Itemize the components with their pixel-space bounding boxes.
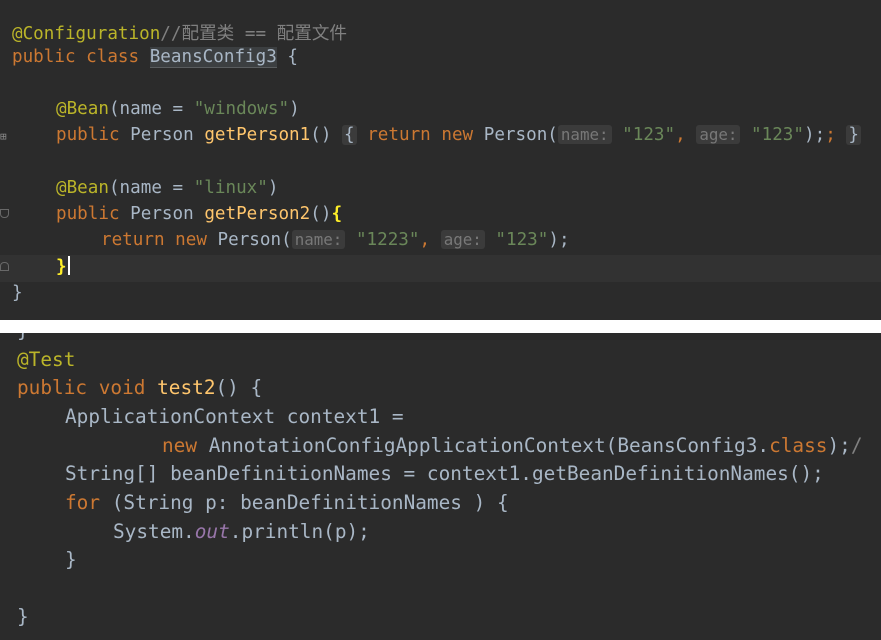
matched-open-brace: { [331, 204, 343, 224]
modifier: public [56, 125, 120, 145]
constructor-call: AnnotationConfigApplicationContext(Beans… [208, 434, 770, 457]
modifier: public [17, 376, 88, 399]
method-close-brace: } [17, 605, 29, 628]
code-line-1: @Test [17, 348, 75, 371]
annotation-test: @Test [17, 348, 76, 371]
for-keyword: for [65, 491, 101, 514]
code-line-8: } [65, 548, 77, 571]
code-line-11: } [12, 283, 23, 303]
comment: //配置类 == 配置文件 [160, 24, 348, 44]
annotation-configuration: @Configuration [12, 24, 161, 44]
code-line-2: public void test2() { [17, 376, 262, 399]
arg-age-string: "123" [751, 125, 804, 145]
code-line-7: @Bean(name = "linux") [56, 178, 278, 198]
context-declaration: ApplicationContext context1 = [65, 405, 404, 428]
code-line-6: for (String p: beanDefinitionNames ) { [65, 491, 509, 514]
code-area[interactable]: @Configuration//配置类 == 配置文件 public class… [0, 0, 881, 320]
bean-close: ) [289, 99, 300, 119]
method-name: test2 [157, 376, 216, 399]
annotation-bean: @Bean [56, 99, 109, 119]
new-keyword: new [175, 230, 207, 250]
code-line-5: String[] beanDefinitionNames = context1.… [65, 462, 824, 485]
method-name: getPerson2 [204, 204, 311, 224]
comma: , [419, 230, 431, 250]
out-field: out [194, 520, 230, 543]
code-line-10: } [56, 256, 70, 277]
class-name: BeansConfig3 [149, 47, 277, 68]
code-line-9: return new Person(name: "1223", age: "12… [101, 230, 570, 250]
println-call: .println(p); [229, 520, 370, 543]
matched-close-brace: } [56, 257, 67, 277]
void-keyword: void [98, 376, 146, 399]
class-close-brace: } [12, 283, 23, 303]
comment-start: / [850, 434, 863, 457]
new-keyword: new [441, 125, 474, 145]
method-rest: () { [215, 376, 263, 399]
for-close-brace: } [65, 548, 77, 571]
params: () [310, 125, 332, 145]
call-end: ); [827, 434, 851, 457]
return-keyword: return [367, 125, 431, 145]
code-line-7: System.out.println(p); [113, 520, 370, 543]
code-line-4: @Bean(name = "windows") [56, 99, 300, 119]
code-line-0: } [17, 333, 29, 342]
code-line-3: ApplicationContext context1 = [65, 405, 404, 428]
fold-end-icon[interactable] [0, 262, 9, 271]
semicolon: ; [825, 125, 836, 145]
code-line-1: @Configuration//配置类 == 配置文件 [12, 20, 347, 45]
modifier: public [56, 204, 120, 224]
close-brace: } [17, 333, 29, 342]
call-end: ); [548, 230, 570, 250]
screenshot-divider [0, 320, 881, 333]
bean-name-string: "linux" [193, 178, 268, 198]
bean-open: (name = [108, 178, 194, 198]
call-end: ); [804, 125, 826, 145]
code-line-8: public Person getPerson2(){ [56, 204, 342, 224]
fold-expand-icon[interactable]: ⊞ [0, 131, 10, 143]
code-line-10: } [17, 605, 29, 628]
arg-name-string: "123" [622, 125, 676, 145]
keyword-public-class: public class [12, 47, 140, 67]
annotation-bean: @Bean [56, 178, 109, 198]
constructor-call: Person( [217, 230, 292, 250]
code-line-5: public Person getPerson1() { return new … [56, 125, 861, 145]
constructor-call: Person( [483, 125, 558, 145]
open-brace: { [287, 47, 298, 67]
code-editor-test[interactable]: } @Test public void test2() { Applicatio… [0, 333, 881, 640]
code-line-4: new AnnotationConfigApplicationContext(B… [162, 434, 863, 457]
folded-close-brace[interactable]: } [846, 125, 861, 145]
param-hint-age: age: [696, 125, 741, 144]
code-area[interactable]: } @Test public void test2() { Applicatio… [0, 333, 881, 640]
comma: , [675, 125, 686, 145]
code-line-2: public class BeansConfig3 { [12, 47, 298, 68]
bean-open: (name = [108, 99, 194, 119]
return-type: Person [130, 125, 194, 145]
return-type: Person [130, 204, 194, 224]
arg-name-string: "1223" [355, 230, 420, 250]
method-name: getPerson1 [204, 125, 311, 145]
bean-names-declaration: String[] beanDefinitionNames = context1.… [65, 462, 824, 485]
folded-open-brace[interactable]: { [342, 125, 357, 145]
bean-close: ) [267, 178, 279, 198]
class-keyword: class [769, 434, 828, 457]
system-object: System. [113, 520, 195, 543]
return-keyword: return [101, 230, 165, 250]
fold-collapse-icon[interactable] [0, 209, 9, 218]
param-hint-age: age: [440, 230, 485, 249]
text-caret [67, 256, 70, 275]
param-hint-name: name: [291, 230, 346, 249]
for-header: (String p: beanDefinitionNames ) { [111, 491, 509, 514]
param-hint-name: name: [557, 125, 612, 144]
params: () [310, 204, 332, 224]
code-editor-config[interactable]: @Configuration//配置类 == 配置文件 public class… [0, 0, 881, 320]
new-keyword: new [162, 434, 198, 457]
arg-age-string: "123" [495, 230, 549, 250]
bean-name-string: "windows" [193, 99, 290, 119]
